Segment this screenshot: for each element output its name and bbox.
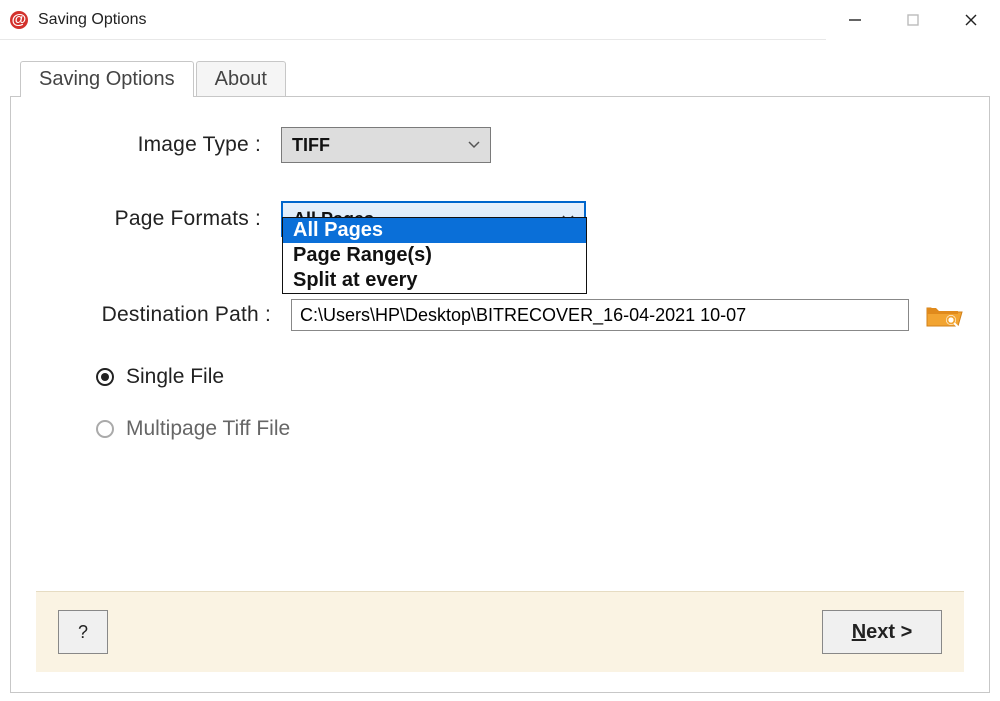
next-button-underline: N bbox=[852, 621, 866, 644]
radio-multipage[interactable]: Multipage Tiff File bbox=[96, 417, 964, 441]
help-button[interactable]: ? bbox=[58, 610, 108, 654]
radio-multipage-label: Multipage Tiff File bbox=[126, 417, 290, 441]
chevron-down-icon bbox=[468, 141, 480, 149]
tab-body: Image Type : TIFF Page Formats : All Pag… bbox=[10, 96, 990, 693]
browse-folder-button[interactable] bbox=[924, 300, 964, 330]
label-image-type: Image Type : bbox=[36, 133, 281, 157]
content-area: Saving Options About Image Type : TIFF P… bbox=[0, 40, 1000, 701]
radio-dot-icon bbox=[101, 373, 109, 381]
titlebar: @ Saving Options bbox=[0, 0, 1000, 40]
tab-saving-options[interactable]: Saving Options bbox=[20, 61, 194, 97]
row-image-type: Image Type : TIFF bbox=[36, 127, 964, 163]
image-type-select[interactable]: TIFF bbox=[281, 127, 491, 163]
window-controls bbox=[826, 0, 1000, 40]
row-destination: Destination Path : bbox=[36, 299, 964, 331]
label-destination: Destination Path : bbox=[36, 303, 291, 327]
page-formats-dropdown: All Pages Page Range(s) Split at every bbox=[282, 217, 587, 294]
tabs-row: Saving Options About bbox=[20, 60, 990, 96]
app-icon-glyph: @ bbox=[12, 12, 27, 27]
window-title: Saving Options bbox=[38, 11, 147, 29]
radio-single-file-circle bbox=[96, 368, 114, 386]
radio-multipage-circle bbox=[96, 420, 114, 438]
image-type-value: TIFF bbox=[292, 135, 330, 156]
app-icon: @ bbox=[10, 11, 28, 29]
label-page-formats: Page Formats : bbox=[36, 207, 281, 231]
tab-about[interactable]: About bbox=[196, 61, 286, 97]
maximize-button[interactable] bbox=[884, 0, 942, 40]
next-button-rest: ext > bbox=[866, 621, 912, 644]
radio-single-file[interactable]: Single File bbox=[96, 365, 964, 389]
footer: ? Next > bbox=[36, 591, 964, 672]
dropdown-option-page-range[interactable]: Page Range(s) bbox=[283, 243, 586, 268]
destination-path-input[interactable] bbox=[291, 299, 909, 331]
dropdown-option-split[interactable]: Split at every bbox=[283, 268, 586, 293]
close-button[interactable] bbox=[942, 0, 1000, 40]
radio-single-file-label: Single File bbox=[126, 365, 224, 389]
next-button[interactable]: Next > bbox=[822, 610, 942, 654]
dropdown-option-all-pages[interactable]: All Pages bbox=[283, 218, 586, 243]
minimize-button[interactable] bbox=[826, 0, 884, 40]
